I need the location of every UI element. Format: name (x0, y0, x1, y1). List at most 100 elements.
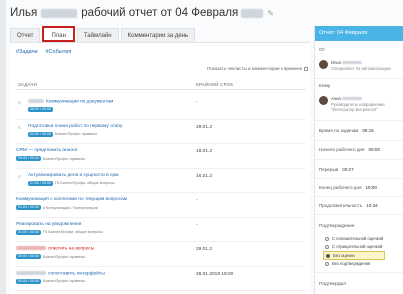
time-badge: 01:00 / 00:00 (16, 205, 41, 210)
redacted-surname (342, 61, 363, 65)
task-list: ≡ Коммуникация по документам 05:00 / 00:… (16, 95, 306, 291)
task-deadline: - (196, 198, 198, 203)
redacted-text (16, 270, 46, 275)
radio-icon[interactable] (325, 261, 329, 266)
task-title[interactable]: Коммуникация с коллегами по текущим вопр… (16, 197, 127, 202)
tab-report[interactable]: Отчет (10, 28, 41, 42)
checkbox-icon[interactable] (304, 66, 308, 71)
redacted-year (241, 8, 264, 18)
task-row[interactable]: Реагировать на уведомления 01:00 / 00:00… (16, 218, 306, 242)
from-role: Специалист по автоматизации (331, 65, 391, 71)
task-row[interactable]: ответить на вопросы 00:00 / 00:00 БизнесП… (16, 242, 306, 267)
to-label: Кому (319, 84, 331, 89)
task-title[interactable]: Коммуникация по документам (28, 99, 113, 104)
task-title[interactable]: CRM — предложить аналог (16, 148, 78, 153)
task-row[interactable]: ≡ Коммуникация по документам 05:00 / 00:… (16, 95, 306, 120)
option-no-rating[interactable]: Без оценки (323, 251, 385, 260)
show-checklists-toggle[interactable]: Показать чеклисты и комментарии к времен… (207, 66, 308, 71)
task-deadline: - (196, 100, 198, 105)
workday-end: Конец рабочего дня 19:00 (319, 185, 377, 190)
hashtags: #Задачи #События (16, 49, 71, 55)
header-divider (16, 89, 306, 90)
task-row[interactable]: CRM — предложить аналог 00:00 / 00:00 Биз… (16, 144, 306, 169)
task-deadline: 28.01.2019 18:00 (196, 271, 234, 277)
report-tabs: Отчет План Таймлайн Комментарии за день (10, 26, 197, 42)
tab-timeline[interactable]: Таймлайн (76, 28, 119, 42)
task-row[interactable]: Коммуникация с коллегами по текущим вопр… (16, 193, 306, 218)
column-header-deadline: КРАЙНИЙ СРОК (196, 82, 234, 87)
task-meta: 00:00 / 00:00 БизнесПрофи: правилы (16, 254, 85, 259)
task-project: БизнесПрофи: правилы (42, 254, 86, 259)
divider (315, 272, 403, 273)
task-row[interactable]: ≡ Актуализировать дела и сущности в срм … (16, 169, 306, 193)
task-title[interactable]: сопоставить интерфейсы (16, 270, 105, 276)
workday-start: Начало рабочего дня 08:00 (319, 147, 381, 152)
redacted-text (28, 99, 44, 103)
task-row[interactable]: ≡ Подготовка плана работ по первому этап… (16, 120, 306, 144)
task-deadline: 29.01.2 (196, 124, 213, 130)
duration: Продолжительность 10:34 (319, 203, 378, 208)
hashtag-events[interactable]: #События (46, 49, 72, 55)
time-badge: 00:00 / 00:00 (16, 278, 41, 284)
time-badge: 05:00 / 00:00 (28, 107, 53, 112)
edit-icon[interactable]: ✎ (267, 9, 274, 18)
divider (315, 140, 403, 141)
tab-comments[interactable]: Комментарии за день (120, 28, 196, 42)
report-page: Илья рабочий отчет от 04 Февраля ✎ Отчет… (6, 0, 403, 294)
confirmed-by-label: Подтвердил (319, 282, 347, 287)
report-sidebar: Отчет: 04 Февраля От Илья Специалист по … (314, 26, 403, 294)
option-negative[interactable]: С отрицательной оценкой (325, 244, 382, 249)
drag-handle-icon[interactable]: ≡ (18, 125, 21, 131)
redacted-surname (341, 97, 362, 101)
breaks: Перерыв 00:27 (319, 167, 354, 172)
task-deadline: 29.01.2 (196, 247, 213, 252)
task-project: ГК БизнесПрофи: общие вопросы (42, 230, 103, 234)
task-title[interactable]: Реагировать на уведомления (16, 222, 81, 227)
time-badge: 02:00 / 00:00 (28, 131, 53, 137)
task-title[interactable]: Актуализировать дела и сущности в срм (28, 173, 118, 178)
divider (315, 196, 403, 197)
task-meta: 02:00 / 00:00 БизнесПрофи: правилы (28, 131, 98, 137)
title-prefix: Илья (10, 7, 38, 19)
drag-handle-icon[interactable]: ≡ (18, 174, 21, 180)
page-title: Илья рабочий отчет от 04 Февраля ✎ (10, 5, 274, 21)
hashtag-tasks[interactable]: #Задачи (16, 49, 38, 55)
task-project: # Консультации / Консультации (42, 205, 98, 210)
radio-icon[interactable] (325, 244, 329, 249)
task-row[interactable]: сопоставить интерфейсы 00:00 / 00:00 Бизн… (16, 267, 306, 291)
task-project: БизнесПрофи: правилы (42, 156, 86, 161)
from-person[interactable]: Илья Специалист по автоматизации (319, 60, 391, 71)
divider (315, 159, 403, 160)
option-no-confirmation[interactable]: Без подтверждения (325, 261, 370, 266)
show-checklists-label: Показать чеклисты и комментарии к времен… (206, 66, 302, 71)
drag-handle-icon[interactable]: ≡ (18, 100, 21, 106)
title-text: рабочий отчет от 04 Февраля (81, 7, 239, 19)
to-person[interactable]: Анна Руководитель направления "Интеграто… (319, 96, 385, 113)
task-meta: 27:00 / 00:00 ГК БизнесПрофи: общие вопро… (28, 180, 115, 186)
redacted-surname (41, 8, 78, 18)
task-title[interactable]: ответить на вопросы (16, 246, 94, 251)
radio-icon[interactable] (325, 236, 329, 241)
divider (315, 178, 403, 179)
task-deadline: 16.01.2 (196, 173, 213, 179)
task-title-text: Коммуникация по документам (46, 99, 114, 105)
tab-plan[interactable]: План (42, 26, 75, 42)
option-positive[interactable]: С положительной оценкой (325, 236, 383, 241)
avatar (319, 60, 328, 69)
divider (315, 120, 403, 121)
task-meta: 01:00 / 00:00 # Консультации / Консультац… (16, 205, 98, 210)
sidebar-header: Отчет: 04 Февраля (315, 26, 403, 41)
task-meta: 00:00 / 00:00 БизнесПрофи: правилы (16, 278, 86, 284)
plan-panel: #Задачи #События Показать чеклисты и ком… (10, 42, 310, 294)
avatar (319, 96, 328, 105)
task-title[interactable]: Подготовка плана работ по первому этапу (28, 124, 122, 129)
time-badge: 00:00 / 00:00 (16, 156, 41, 161)
task-meta: 05:00 / 00:00 (28, 107, 53, 112)
task-project: БизнесПрофи: правилы (42, 279, 86, 283)
radio-icon[interactable] (326, 253, 330, 258)
from-label: От (319, 48, 325, 53)
redacted-text (16, 246, 46, 250)
task-title-text: сопоставить интерфейсы (48, 270, 105, 276)
time-badge: 01:00 / 00:00 (16, 229, 41, 235)
task-project: БизнесПрофи: правилы (54, 132, 98, 136)
